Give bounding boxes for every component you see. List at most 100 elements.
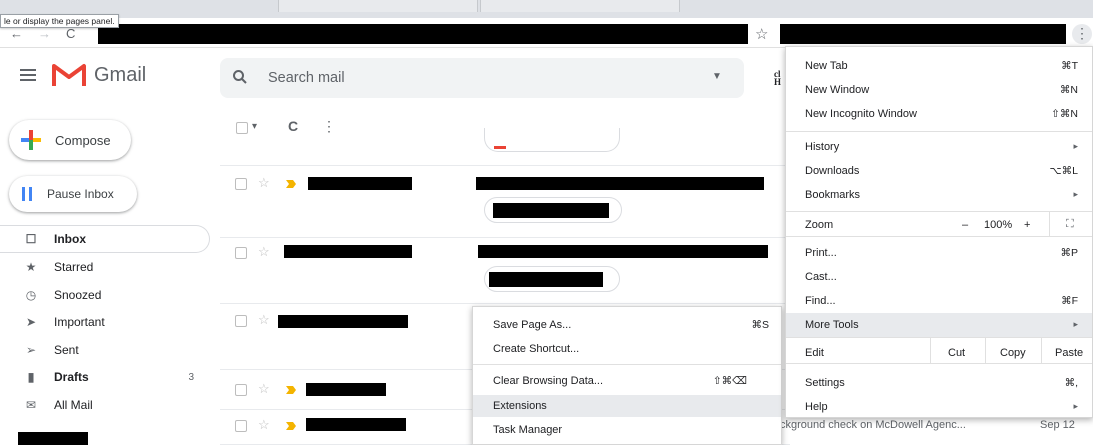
inbox-icon: ☐ <box>25 232 37 246</box>
gmail-logo-icon[interactable] <box>52 62 86 88</box>
save-page-shortcut: ⌘S <box>751 319 769 331</box>
more-tools-submenu: Save Page As... ⌘S Create Shortcut... Cl… <box>472 306 782 445</box>
redacted-sender <box>306 383 386 396</box>
menu-item-print[interactable]: Print... <box>805 247 837 259</box>
menu-item-more-tools[interactable]: More Tools <box>805 319 859 331</box>
cut-button[interactable]: Cut <box>948 347 965 359</box>
sidebar-item-label: Drafts <box>54 370 89 384</box>
compose-button[interactable]: Compose <box>9 120 131 160</box>
hamburger-menu-icon[interactable] <box>20 69 36 81</box>
menu-item-new-incognito-window[interactable]: New Incognito Window <box>805 108 917 120</box>
account-logo: cl H <box>774 69 782 87</box>
forward-button[interactable]: → <box>38 26 51 41</box>
copy-button[interactable]: Copy <box>1000 347 1026 359</box>
important-icon: ➤ <box>25 315 37 329</box>
menu-item-clear-browsing-data[interactable]: Clear Browsing Data... <box>493 375 603 387</box>
menu-separator <box>786 211 1092 212</box>
select-dropdown-icon[interactable]: ▾ <box>252 121 257 132</box>
gmail-app-name[interactable]: Gmail <box>94 64 146 87</box>
row-star-icon[interactable]: ☆ <box>258 175 270 191</box>
menu-item-downloads[interactable]: Downloads <box>805 165 859 177</box>
fullscreen-icon[interactable]: ⛶ <box>1066 218 1074 231</box>
row-star-icon[interactable]: ☆ <box>258 244 270 260</box>
menu-item-settings[interactable]: Settings <box>805 377 845 389</box>
pause-inbox-button[interactable]: Pause Inbox <box>9 176 137 212</box>
sidebar-item-label: Snoozed <box>54 288 102 302</box>
downloads-shortcut: ⌥⌘L <box>1049 165 1078 177</box>
menu-separator <box>786 337 1092 338</box>
menu-separator <box>985 337 986 363</box>
menu-separator <box>1049 212 1050 236</box>
sidebar-item-label: Important <box>54 315 105 329</box>
drafts-count: 3 <box>188 371 194 383</box>
zoom-in-button[interactable]: + <box>1024 219 1030 231</box>
search-options-icon[interactable]: ▼ <box>712 71 722 82</box>
menu-item-new-window[interactable]: New Window <box>805 84 869 96</box>
menu-separator <box>786 131 1092 132</box>
mail-icon: ✉ <box>25 398 37 412</box>
zoom-level: 100% <box>984 219 1013 231</box>
sidebar-item-all-mail[interactable]: ✉ All Mail <box>0 391 210 419</box>
menu-item-bookmarks[interactable]: Bookmarks <box>805 189 860 201</box>
clear-data-shortcut: ⇧⌘⌫ <box>712 375 747 387</box>
settings-shortcut: ⌘, <box>1064 377 1078 389</box>
sidebar-item-inbox[interactable]: ☐ Inbox <box>0 225 210 253</box>
sidebar-item-snoozed[interactable]: ◷ Snoozed <box>0 281 210 309</box>
search-icon[interactable] <box>232 69 248 85</box>
attachment-icon <box>494 146 506 149</box>
row-star-icon[interactable]: ☆ <box>258 417 270 433</box>
menu-item-new-tab[interactable]: New Tab <box>805 60 848 72</box>
menu-separator <box>930 337 931 363</box>
row-star-icon[interactable]: ☆ <box>258 312 270 328</box>
sidebar-item-label: All Mail <box>54 398 93 412</box>
refresh-icon[interactable]: C <box>288 118 298 134</box>
email-snippet: ckground check on McDowell Agenc... <box>780 419 966 431</box>
new-window-shortcut: ⌘N <box>1059 84 1078 96</box>
more-icon[interactable]: ⋮ <box>322 118 336 135</box>
edit-label: Edit <box>805 347 824 359</box>
menu-item-find[interactable]: Find... <box>805 295 836 307</box>
tooltip: le or display the pages panel. <box>0 14 119 28</box>
menu-item-cast[interactable]: Cast... <box>805 271 837 283</box>
pause-inbox-label: Pause Inbox <box>47 187 114 201</box>
row-checkbox[interactable] <box>235 420 247 432</box>
draft-icon: ▮ <box>27 370 35 384</box>
row-checkbox[interactable] <box>235 247 247 259</box>
sidebar-item-important[interactable]: ➤ Important <box>0 308 210 336</box>
clock-icon: ◷ <box>25 288 37 302</box>
menu-item-extensions[interactable]: Extensions <box>493 400 547 412</box>
sidebar-item-drafts[interactable]: ▮ Drafts 3 <box>0 363 210 391</box>
find-shortcut: ⌘F <box>1061 295 1078 307</box>
reload-button[interactable]: C <box>66 26 75 41</box>
chrome-menu-button[interactable]: ⋮ <box>1072 24 1092 44</box>
browser-tab[interactable] <box>278 0 478 12</box>
menu-item-create-shortcut[interactable]: Create Shortcut... <box>493 343 579 355</box>
paste-button[interactable]: Paste <box>1055 347 1083 359</box>
redacted-subject <box>478 245 768 258</box>
row-checkbox[interactable] <box>235 384 247 396</box>
menu-item-help[interactable]: Help <box>805 401 828 413</box>
submenu-arrow-icon: ▸ <box>1073 401 1078 411</box>
menu-separator <box>1041 337 1042 363</box>
address-bar[interactable] <box>98 24 748 44</box>
menu-item-history[interactable]: History <box>805 141 839 153</box>
select-all-checkbox[interactable] <box>236 122 248 134</box>
sidebar-item-starred[interactable]: ★ Starred <box>0 253 210 281</box>
search-input[interactable]: Search mail <box>268 70 345 86</box>
submenu-arrow-icon: ▸ <box>1073 141 1078 151</box>
new-tab-shortcut: ⌘T <box>1061 60 1078 72</box>
redacted-subject <box>476 177 764 190</box>
bookmark-star-icon[interactable]: ☆ <box>755 25 768 43</box>
browser-tab[interactable] <box>480 0 680 12</box>
menu-item-task-manager[interactable]: Task Manager <box>493 424 562 436</box>
zoom-out-button[interactable]: – <box>962 219 968 231</box>
sidebar-item-sent[interactable]: ➢ Sent <box>0 336 210 364</box>
compose-label: Compose <box>55 132 111 148</box>
row-checkbox[interactable] <box>235 178 247 190</box>
row-star-icon[interactable]: ☆ <box>258 381 270 397</box>
sidebar-item-label: Sent <box>54 343 79 357</box>
star-icon: ★ <box>25 260 37 274</box>
back-button[interactable]: ← <box>10 26 23 41</box>
menu-item-save-page[interactable]: Save Page As... <box>493 319 571 331</box>
row-checkbox[interactable] <box>235 315 247 327</box>
